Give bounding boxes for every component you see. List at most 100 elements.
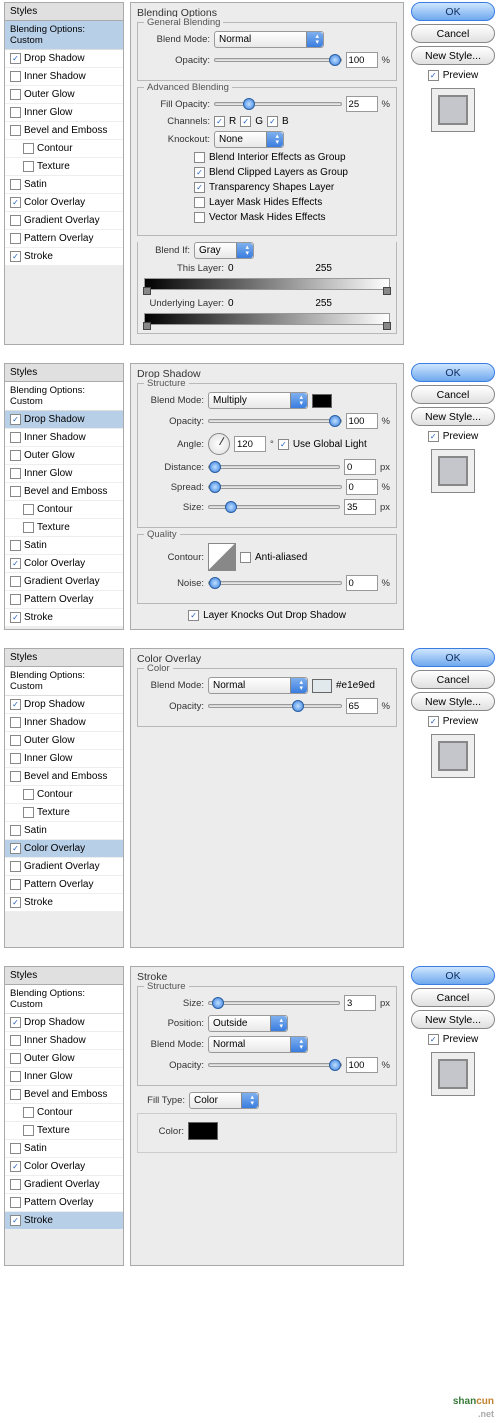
blending-options-row[interactable]: Blending Options: Custom <box>5 382 123 411</box>
style-item-pattern-overlay[interactable]: Pattern Overlay <box>5 591 123 609</box>
opacity-slider[interactable] <box>214 58 342 62</box>
adv-opt-checkbox[interactable] <box>194 212 205 223</box>
checkbox-icon[interactable] <box>10 432 21 443</box>
style-item-inner-shadow[interactable]: Inner Shadow <box>5 68 123 86</box>
angle-dial[interactable] <box>208 433 230 455</box>
style-item-inner-glow[interactable]: Inner Glow <box>5 750 123 768</box>
checkbox-icon[interactable] <box>10 89 21 100</box>
style-item-gradient-overlay[interactable]: Gradient Overlay <box>5 573 123 591</box>
checkbox-icon[interactable] <box>23 1107 34 1118</box>
style-item-drop-shadow[interactable]: Drop Shadow <box>5 50 123 68</box>
style-item-bevel-and-emboss[interactable]: Bevel and Emboss <box>5 1086 123 1104</box>
checkbox-icon[interactable] <box>10 879 21 890</box>
style-item-gradient-overlay[interactable]: Gradient Overlay <box>5 858 123 876</box>
checkbox-icon[interactable] <box>10 1017 21 1028</box>
style-item-satin[interactable]: Satin <box>5 537 123 555</box>
fill-type-select[interactable]: Color▴▾ <box>189 1092 259 1109</box>
knockout-select[interactable]: None▴▾ <box>214 131 284 148</box>
checkbox-icon[interactable] <box>10 612 21 623</box>
blend-mode-select[interactable]: Normal▴▾ <box>208 677 308 694</box>
checkbox-icon[interactable] <box>10 1161 21 1172</box>
channel-r-checkbox[interactable] <box>214 116 225 127</box>
style-item-bevel-and-emboss[interactable]: Bevel and Emboss <box>5 768 123 786</box>
checkbox-icon[interactable] <box>10 107 21 118</box>
checkbox-icon[interactable] <box>10 450 21 461</box>
checkbox-icon[interactable] <box>10 576 21 587</box>
blendif-select[interactable]: Gray▴▾ <box>194 242 254 259</box>
size-slider[interactable] <box>208 1001 340 1005</box>
checkbox-icon[interactable] <box>10 233 21 244</box>
cancel-button[interactable]: Cancel <box>411 385 495 404</box>
checkbox-icon[interactable] <box>10 1035 21 1046</box>
channel-b-checkbox[interactable] <box>267 116 278 127</box>
position-select[interactable]: Outside▴▾ <box>208 1015 288 1032</box>
blending-options-row[interactable]: Blending Options: Custom <box>5 21 123 50</box>
spread-slider[interactable] <box>208 485 342 489</box>
checkbox-icon[interactable] <box>23 807 34 818</box>
preview-checkbox[interactable] <box>428 431 439 442</box>
checkbox-icon[interactable] <box>23 161 34 172</box>
style-item-inner-shadow[interactable]: Inner Shadow <box>5 1032 123 1050</box>
checkbox-icon[interactable] <box>10 594 21 605</box>
checkbox-icon[interactable] <box>10 843 21 854</box>
style-item-texture[interactable]: Texture <box>5 1122 123 1140</box>
style-item-color-overlay[interactable]: Color Overlay <box>5 194 123 212</box>
adv-opt-checkbox[interactable] <box>194 197 205 208</box>
style-item-contour[interactable]: Contour <box>5 140 123 158</box>
style-item-satin[interactable]: Satin <box>5 1140 123 1158</box>
style-item-gradient-overlay[interactable]: Gradient Overlay <box>5 212 123 230</box>
spread-input[interactable]: 0 <box>346 479 378 495</box>
style-item-pattern-overlay[interactable]: Pattern Overlay <box>5 1194 123 1212</box>
checkbox-icon[interactable] <box>23 1125 34 1136</box>
style-item-color-overlay[interactable]: Color Overlay <box>5 840 123 858</box>
style-item-bevel-and-emboss[interactable]: Bevel and Emboss <box>5 483 123 501</box>
new-style-button[interactable]: New Style... <box>411 1010 495 1029</box>
cancel-button[interactable]: Cancel <box>411 24 495 43</box>
stroke-color-swatch[interactable] <box>188 1122 218 1140</box>
checkbox-icon[interactable] <box>10 414 21 425</box>
style-item-stroke[interactable]: Stroke <box>5 609 123 627</box>
checkbox-icon[interactable] <box>10 179 21 190</box>
ok-button[interactable]: OK <box>411 363 495 382</box>
opacity-slider[interactable] <box>208 419 342 423</box>
opacity-input[interactable]: 100 <box>346 1057 378 1073</box>
checkbox-icon[interactable] <box>10 753 21 764</box>
preview-checkbox[interactable] <box>428 1034 439 1045</box>
checkbox-icon[interactable] <box>10 197 21 208</box>
style-item-drop-shadow[interactable]: Drop Shadow <box>5 1014 123 1032</box>
checkbox-icon[interactable] <box>10 540 21 551</box>
style-item-stroke[interactable]: Stroke <box>5 894 123 912</box>
ok-button[interactable]: OK <box>411 966 495 985</box>
blend-mode-select[interactable]: Normal▴▾ <box>214 31 324 48</box>
cancel-button[interactable]: Cancel <box>411 988 495 1007</box>
blend-mode-select[interactable]: Normal▴▾ <box>208 1036 308 1053</box>
new-style-button[interactable]: New Style... <box>411 407 495 426</box>
ok-button[interactable]: OK <box>411 648 495 667</box>
style-item-bevel-and-emboss[interactable]: Bevel and Emboss <box>5 122 123 140</box>
size-input[interactable]: 3 <box>344 995 376 1011</box>
style-item-color-overlay[interactable]: Color Overlay <box>5 555 123 573</box>
checkbox-icon[interactable] <box>10 125 21 136</box>
style-item-inner-glow[interactable]: Inner Glow <box>5 104 123 122</box>
checkbox-icon[interactable] <box>10 1143 21 1154</box>
style-item-stroke[interactable]: Stroke <box>5 248 123 266</box>
adv-opt-checkbox[interactable] <box>194 182 205 193</box>
checkbox-icon[interactable] <box>10 71 21 82</box>
style-item-contour[interactable]: Contour <box>5 501 123 519</box>
style-item-outer-glow[interactable]: Outer Glow <box>5 1050 123 1068</box>
checkbox-icon[interactable] <box>10 771 21 782</box>
checkbox-icon[interactable] <box>10 1053 21 1064</box>
style-item-gradient-overlay[interactable]: Gradient Overlay <box>5 1176 123 1194</box>
distance-slider[interactable] <box>208 465 340 469</box>
cancel-button[interactable]: Cancel <box>411 670 495 689</box>
checkbox-icon[interactable] <box>10 215 21 226</box>
color-swatch[interactable] <box>312 679 332 693</box>
preview-checkbox[interactable] <box>428 716 439 727</box>
checkbox-icon[interactable] <box>10 486 21 497</box>
style-item-inner-glow[interactable]: Inner Glow <box>5 1068 123 1086</box>
preview-checkbox[interactable] <box>428 70 439 81</box>
contour-picker[interactable] <box>208 543 236 571</box>
checkbox-icon[interactable] <box>10 861 21 872</box>
checkbox-icon[interactable] <box>10 1179 21 1190</box>
style-item-texture[interactable]: Texture <box>5 804 123 822</box>
